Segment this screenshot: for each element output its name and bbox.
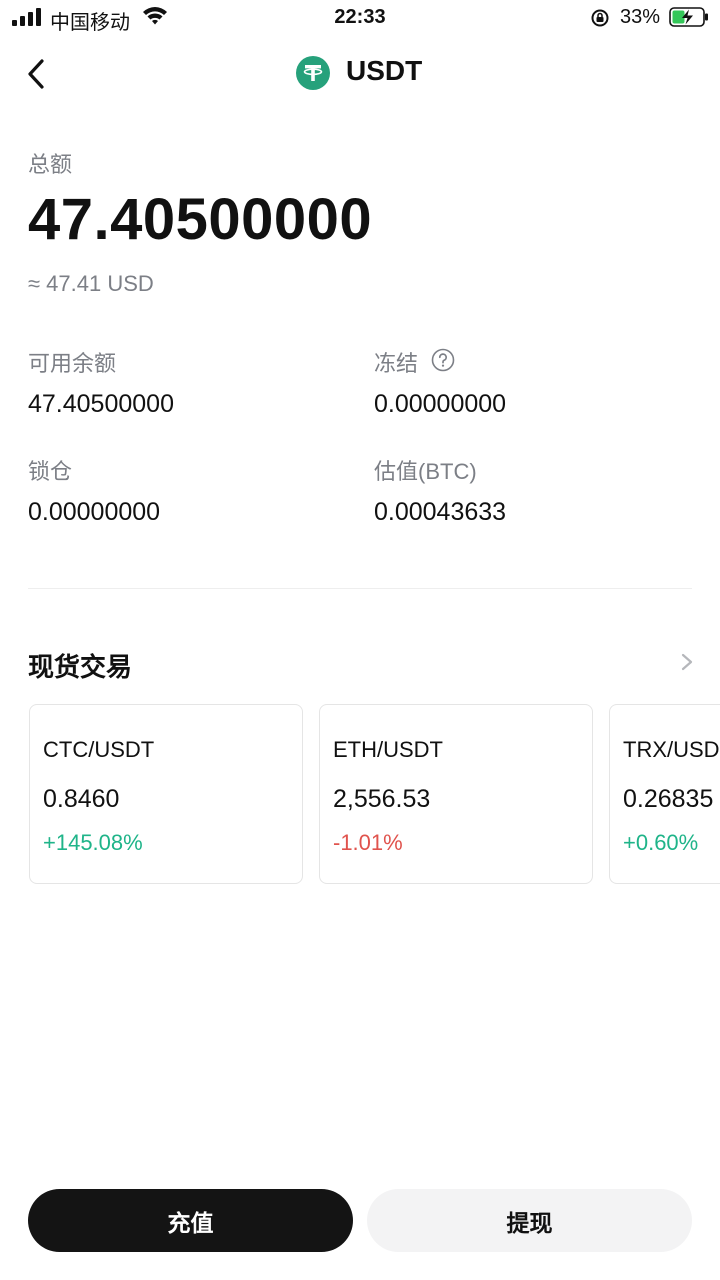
- pair-change: +0.60%: [623, 830, 699, 855]
- pair-change: -1.01%: [333, 830, 403, 855]
- frozen-value: 0.00000000: [374, 390, 507, 418]
- available-value: 47.40500000: [28, 390, 174, 418]
- total-usd-approx: ≈ 47.41 USD: [28, 271, 154, 296]
- pair-price: 2,556.53: [333, 785, 431, 813]
- deposit-button[interactable]: 充值: [28, 1189, 353, 1252]
- pair-name: ETH/USDT: [333, 737, 443, 762]
- page-title: USDT: [346, 55, 423, 86]
- total-balance-value: 47.40500000: [28, 187, 373, 252]
- rotation-lock-icon: [591, 9, 609, 27]
- locked-value: 0.00000000: [28, 498, 161, 526]
- pair-name: TRX/USDT: [623, 737, 720, 762]
- pair-name: CTC/USDT: [43, 737, 155, 762]
- back-chevron-icon[interactable]: [22, 56, 52, 92]
- tether-icon: [296, 56, 330, 90]
- pair-price: 0.8460: [43, 785, 120, 813]
- total-label: 总额: [28, 152, 73, 177]
- pair-change: +145.08%: [43, 830, 143, 855]
- divider: [28, 588, 692, 589]
- withdraw-button[interactable]: 提现: [367, 1189, 692, 1252]
- status-bar: 中国移动 22:33 33%: [0, 0, 720, 36]
- pair-price: 0.26835: [623, 785, 714, 813]
- spot-pair-card-trx[interactable]: TRX/USDT 0.26835 +0.60%: [609, 704, 720, 884]
- frozen-label: 冻结: [374, 351, 419, 376]
- help-icon[interactable]: [431, 348, 455, 372]
- spot-pair-card-eth[interactable]: ETH/USDT 2,556.53 -1.01%: [319, 704, 593, 884]
- status-time: 22:33: [334, 6, 386, 28]
- spot-pair-card-ctc[interactable]: CTC/USDT 0.8460 +145.08%: [29, 704, 303, 884]
- btc-estimate-label: 估值(BTC): [374, 459, 477, 484]
- battery-charging-icon: [669, 7, 708, 27]
- available-label: 可用余额: [28, 351, 117, 376]
- locked-label: 锁仓: [28, 459, 73, 484]
- battery-percent: 33%: [620, 6, 661, 28]
- btc-estimate-value: 0.00043633: [374, 498, 507, 526]
- spot-section-title: 现货交易: [28, 652, 133, 682]
- chevron-right-icon[interactable]: [678, 652, 696, 672]
